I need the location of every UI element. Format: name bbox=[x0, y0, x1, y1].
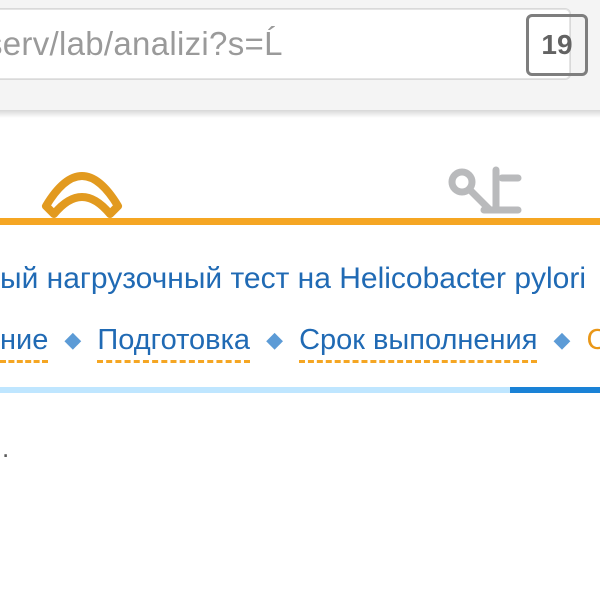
tab-preparation[interactable]: Подготовка bbox=[97, 324, 250, 363]
tab-count-button[interactable]: 19 bbox=[526, 14, 588, 76]
analysis-title: ый нагрузочный тест на Helicobacter pylo… bbox=[0, 262, 600, 296]
url-path: /serv/lab/analizi?s=Ĺ bbox=[0, 25, 283, 63]
nurse-cap-icon bbox=[34, 160, 130, 225]
chrome-shadow bbox=[0, 110, 600, 118]
tab-separator-icon: ◆ bbox=[266, 327, 283, 353]
tab-separator-icon: ◆ bbox=[64, 327, 81, 353]
progress-fill bbox=[510, 387, 600, 393]
tab-separator-icon: ◆ bbox=[554, 327, 571, 353]
browser-chrome: hmi.ru/serv/lab/analizi?s=Ĺ 19 bbox=[0, 0, 600, 110]
url-bar[interactable]: hmi.ru/serv/lab/analizi?s=Ĺ bbox=[0, 8, 571, 80]
page-content: ый нагрузочный тест на Helicobacter pylo… bbox=[0, 160, 600, 464]
section-ornament bbox=[0, 160, 600, 252]
tab-price[interactable]: Сто bbox=[587, 324, 600, 360]
tab-count-value: 19 bbox=[541, 29, 572, 61]
trailing-text: . bbox=[0, 433, 600, 464]
section-tabs: ние ◆ Подготовка ◆ Срок выполнения ◆ Сто bbox=[0, 324, 600, 363]
tab-description[interactable]: ние bbox=[0, 324, 48, 363]
tab-duration[interactable]: Срок выполнения bbox=[299, 324, 537, 363]
microscope-icon bbox=[440, 160, 528, 221]
